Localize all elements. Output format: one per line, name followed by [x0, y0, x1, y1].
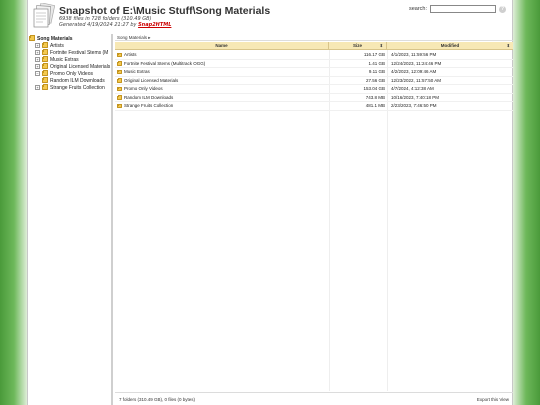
- row-size: 9.11 GB: [368, 69, 385, 74]
- folder-icon: [42, 56, 48, 62]
- row-name-cell: Strange Fruits Collection: [117, 102, 329, 111]
- sort-icon: ⬍: [379, 43, 383, 48]
- table-row[interactable]: Random ILM Downloads 743.8 MB 10/16/2023…: [115, 94, 513, 103]
- collapse-icon[interactable]: −: [35, 71, 40, 76]
- folder-icon: [117, 69, 122, 75]
- folder-icon: [42, 42, 48, 48]
- table-row[interactable]: Artists 116.17 GB 4/1/2023, 11:59:56 PM: [115, 51, 513, 60]
- folder-icon: [117, 52, 122, 58]
- row-name-cell: Promo Only Videos: [117, 85, 329, 94]
- column-size-label: Size: [352, 43, 362, 48]
- row-size: 153.04 GB: [363, 86, 385, 91]
- row-name-cell: Original Licensed Materials: [117, 77, 329, 86]
- folder-icon: [117, 61, 122, 66]
- no-expander: [35, 78, 40, 83]
- tree-item-label: Fortnite Festival Stems (M: [50, 49, 109, 56]
- generated-line: Generated 4/19/2024 21:27 by Snap2HTML: [59, 22, 171, 28]
- folder-icon: [117, 86, 122, 92]
- folder-tree: Song Materials + Artists + Fortnite Fest…: [28, 34, 113, 405]
- table-header: Name Size ⬍ Modified ⬍: [115, 42, 513, 50]
- column-header-name[interactable]: Name: [115, 42, 329, 50]
- row-name[interactable]: Fortnite Festival Stems (Multitrack OGG): [124, 60, 205, 69]
- folder-icon: [42, 84, 48, 90]
- breadcrumb[interactable]: Song Materials ▸: [115, 34, 513, 41]
- tree-item-label: Music Extras: [50, 56, 79, 63]
- expand-icon[interactable]: +: [35, 85, 40, 90]
- snap2html-logo-icon: [33, 2, 56, 29]
- table-row[interactable]: Original Licensed Materials 27.56 GB 12/…: [115, 77, 513, 86]
- row-modified: 4/7/2024, 4:12:38 AM: [391, 86, 434, 91]
- search-area: search: ?: [409, 5, 506, 13]
- table-row[interactable]: Promo Only Videos 153.04 GB 4/7/2024, 4:…: [115, 85, 513, 94]
- folder-icon: [42, 49, 48, 55]
- folder-open-icon: [29, 35, 35, 41]
- table-row[interactable]: Strange Fruits Collection 481.1 MB 2/23/…: [115, 102, 513, 111]
- folder-icon: [117, 95, 122, 100]
- tree-item-random-ilm-downloads[interactable]: Random ILM Downloads: [35, 77, 105, 84]
- tree-item-label: Artists: [50, 42, 64, 49]
- row-modified: 10/16/2023, 7:40:18 PM: [391, 94, 440, 100]
- tree-item-artists[interactable]: + Artists: [35, 42, 64, 49]
- folder-icon: [117, 103, 122, 109]
- snapshot-window: Snapshot of E:\Music Stuff\Song Material…: [27, 0, 513, 405]
- search-label: search:: [408, 6, 427, 12]
- table-row[interactable]: Music Extras 9.11 GB 4/2/2023, 12:09:46 …: [115, 68, 513, 77]
- column-header-modified[interactable]: Modified ⬍: [387, 42, 513, 50]
- row-name[interactable]: Strange Fruits Collection: [124, 102, 173, 111]
- tree-item-label: Random ILM Downloads: [50, 77, 105, 84]
- row-modified: 4/2/2023, 12:09:46 AM: [391, 69, 437, 74]
- tree-root-label: Song Materials: [37, 35, 73, 42]
- row-name[interactable]: Promo Only Videos: [124, 85, 163, 94]
- row-size: 116.17 GB: [363, 52, 385, 57]
- folder-icon: [42, 77, 48, 83]
- row-name[interactable]: Music Extras: [124, 68, 150, 77]
- folder-summary: 7 folders (310.49 GB), 0 files (0 bytes): [119, 397, 196, 402]
- row-modified: 12/24/2023, 11:24:46 PM: [391, 60, 442, 66]
- column-modified-label: Modified: [440, 43, 460, 48]
- table-row[interactable]: Fortnite Festival Stems (Multitrack OGG)…: [115, 60, 513, 69]
- folder-icon: [42, 63, 48, 69]
- expand-icon[interactable]: +: [35, 43, 40, 48]
- row-name[interactable]: Original Licensed Materials: [124, 77, 178, 86]
- page-header: Snapshot of E:\Music Stuff\Song Material…: [28, 0, 512, 34]
- tree-item-promo-only-videos[interactable]: − Promo Only Videos: [35, 70, 93, 77]
- folder-icon: [117, 78, 122, 83]
- row-name[interactable]: Random ILM Downloads: [124, 94, 173, 103]
- help-icon[interactable]: ?: [499, 5, 506, 13]
- sort-icon: ⬍: [506, 43, 510, 48]
- row-name[interactable]: Artists: [124, 51, 137, 60]
- row-name-cell: Music Extras: [117, 68, 329, 77]
- search-input[interactable]: [430, 5, 496, 13]
- row-name-cell: Random ILM Downloads: [117, 94, 329, 103]
- tree-item-fortnite-festival-stems[interactable]: + Fortnite Festival Stems (M: [35, 49, 108, 56]
- status-bar: 7 folders (310.49 GB), 0 files (0 bytes)…: [115, 392, 513, 405]
- row-modified: 4/1/2023, 11:59:56 PM: [391, 52, 437, 57]
- tree-item-strange-fruits-collection[interactable]: + Strange Fruits Collection: [35, 84, 105, 91]
- row-size: 1.41 GB: [368, 60, 385, 66]
- tree-item-label: Strange Fruits Collection: [50, 84, 105, 91]
- row-size: 481.1 MB: [365, 103, 385, 108]
- expand-icon[interactable]: +: [35, 50, 40, 55]
- row-size: 27.56 GB: [365, 77, 385, 83]
- generated-text: Generated 4/19/2024 21:27 by: [59, 22, 137, 28]
- column-header-size[interactable]: Size ⬍: [329, 42, 387, 50]
- expand-icon[interactable]: +: [35, 64, 40, 69]
- row-name-cell: Artists: [117, 51, 329, 60]
- row-modified: 12/23/2022, 11:57:50 AM: [391, 77, 441, 83]
- file-list-panel: Song Materials ▸ Name Size ⬍ Modified ⬍ …: [115, 34, 513, 405]
- tree-item-label: Promo Only Videos: [50, 70, 93, 77]
- export-view-link[interactable]: Export this View: [477, 393, 509, 405]
- row-modified: 2/23/2023, 7:46:50 PM: [391, 103, 437, 108]
- row-name-cell: Fortnite Festival Stems (Multitrack OGG): [117, 60, 329, 69]
- tree-root-song-materials[interactable]: Song Materials: [29, 35, 73, 42]
- tree-item-label: Original Licensed Materials: [50, 63, 111, 70]
- tree-item-original-licensed-materials[interactable]: + Original Licensed Materials: [35, 63, 110, 70]
- snap2html-link[interactable]: Snap2HTML: [138, 22, 171, 28]
- column-name-label: Name: [215, 43, 228, 48]
- folder-icon: [42, 70, 48, 76]
- row-size: 743.8 MB: [365, 94, 385, 100]
- tree-item-music-extras[interactable]: + Music Extras: [35, 56, 79, 63]
- expand-icon[interactable]: +: [35, 57, 40, 62]
